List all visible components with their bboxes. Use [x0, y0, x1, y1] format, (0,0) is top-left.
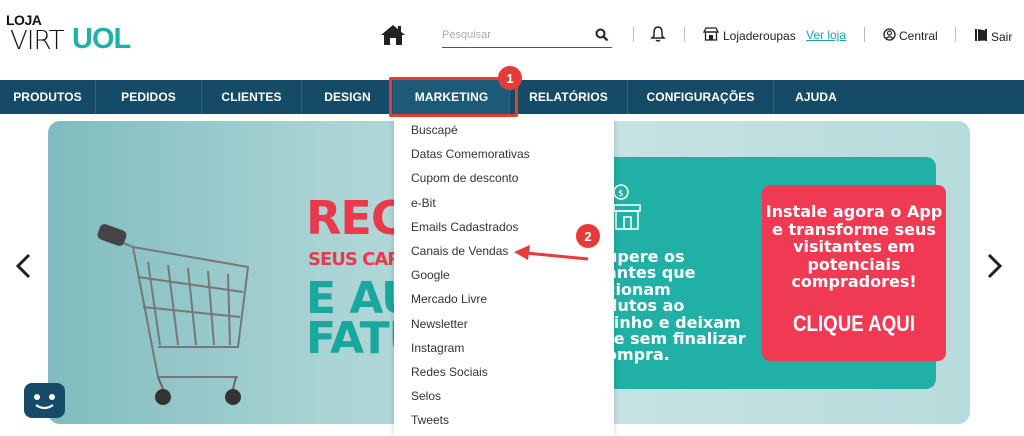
app-install-card[interactable]: Instale agora o App e transforme seus vi…: [762, 185, 946, 361]
logout-link[interactable]: Sair: [974, 28, 1012, 45]
chat-widget-icon[interactable]: [24, 383, 65, 418]
svg-text:$: $: [618, 189, 624, 199]
nav-ajuda[interactable]: AJUDA: [774, 80, 858, 114]
card-text-line: visitantes em: [793, 237, 915, 257]
menu-item-redes-sociais[interactable]: Redes Sociais: [411, 365, 488, 379]
shopping-cart-image: [97, 224, 250, 405]
home-icon[interactable]: [380, 23, 406, 47]
user-circle-icon: [883, 28, 896, 44]
sair-label: Sair: [991, 29, 1013, 44]
menu-item-selos[interactable]: Selos: [411, 389, 441, 403]
menu-item-buscape[interactable]: Buscapé: [411, 123, 458, 137]
menu-item-emails-cadastrados[interactable]: Emails Cadastrados: [411, 220, 518, 234]
menu-item-ebit[interactable]: e-Bit: [411, 196, 436, 210]
card-text-line: e transforme seus: [772, 219, 936, 239]
menu-item-newsletter[interactable]: Newsletter: [411, 317, 468, 331]
carousel-next-chevron-icon[interactable]: [982, 252, 1006, 280]
menu-item-cupom-de-desconto[interactable]: Cupom de desconto: [411, 171, 518, 185]
nav-pedidos[interactable]: PEDIDOS: [96, 80, 202, 114]
banner-teal-text: upere os antes que cionam dutos ao rinho…: [606, 248, 746, 365]
nav-produtos[interactable]: PRODUTOS: [0, 80, 96, 114]
menu-item-datas-comemorativas[interactable]: Datas Comemorativas: [411, 147, 530, 161]
search-icon[interactable]: [595, 28, 609, 42]
nav-clientes[interactable]: CLIENTES: [202, 80, 302, 114]
step-badge-1: 1: [498, 66, 522, 90]
teal-text-line: ompra.: [606, 345, 670, 365]
clique-aqui-button[interactable]: CLIQUE AQUI: [776, 311, 932, 337]
search-box: [442, 24, 612, 48]
card-text-line: potenciais: [807, 254, 901, 274]
menu-item-instagram[interactable]: Instagram: [411, 341, 464, 355]
store-name: Lojaderoupas: [702, 27, 796, 44]
logo-text-virt: VIRT: [10, 26, 65, 56]
notification-bell-icon[interactable]: [650, 25, 666, 43]
menu-item-canais-de-vendas[interactable]: Canais de Vendas: [411, 244, 508, 258]
menu-item-tweets[interactable]: Tweets: [411, 413, 449, 427]
door-exit-icon: [974, 28, 988, 45]
central-label: Central: [899, 29, 938, 43]
menu-item-mercado-livre[interactable]: Mercado Livre: [411, 292, 487, 306]
header-divider: [684, 27, 685, 42]
card-text-line: Instale agora o App: [765, 202, 943, 221]
card-text-line: compradores!: [791, 272, 917, 292]
logo-text-uol: UOL: [72, 23, 131, 55]
loja-virtual-uol-logo[interactable]: LOJA VIRT UOL: [6, 12, 136, 56]
nav-design[interactable]: DESIGN: [302, 80, 394, 114]
annotation-arrow-icon: [514, 245, 589, 261]
ver-loja-link[interactable]: Ver loja: [806, 28, 846, 42]
header-divider: [864, 27, 865, 42]
app-install-text: Instale agora o App e transforme seus vi…: [762, 203, 946, 291]
nav-configuracoes[interactable]: CONFIGURAÇÕES: [628, 80, 774, 114]
central-link[interactable]: Central: [883, 28, 938, 44]
store-money-icon: $: [613, 184, 641, 230]
store-icon: [702, 27, 720, 44]
header-divider: [955, 27, 956, 42]
store-name-label: Lojaderoupas: [723, 28, 796, 43]
menu-item-google[interactable]: Google: [411, 268, 450, 282]
carousel-prev-chevron-icon[interactable]: [12, 252, 36, 280]
search-input[interactable]: [442, 24, 582, 46]
header-divider: [633, 27, 634, 42]
marketing-dropdown-menu: Buscapé Datas Comemorativas Cupom de des…: [394, 117, 614, 436]
nav-relatorios[interactable]: RELATÓRIOS: [510, 80, 628, 114]
